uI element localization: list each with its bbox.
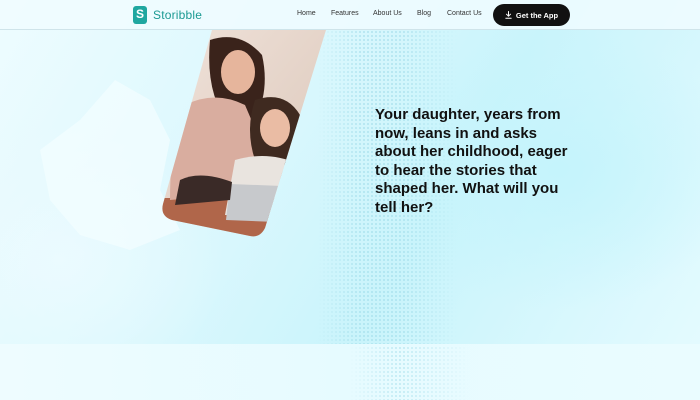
nav-item-blog[interactable]: Blog xyxy=(417,10,431,17)
site-header: S Storibble Home Features About Us Blog … xyxy=(0,0,700,30)
nav-item-contact[interactable]: Contact Us xyxy=(447,10,482,17)
hero-headline: Your daughter, years from now, leans in … xyxy=(375,106,568,216)
nav-item-home[interactable]: Home xyxy=(297,10,316,17)
nav-item-features[interactable]: Features xyxy=(331,10,359,17)
logo-icon: S xyxy=(133,6,147,24)
get-app-button[interactable]: Get the App xyxy=(493,4,570,26)
decorative-map-shape xyxy=(40,80,180,250)
nav-item-about[interactable]: About Us xyxy=(373,10,402,17)
download-icon xyxy=(505,11,512,19)
dot-pattern-lower xyxy=(350,346,470,400)
brand-logo[interactable]: S Storibble xyxy=(133,6,202,24)
brand-name: Storibble xyxy=(153,8,203,22)
get-app-label: Get the App xyxy=(515,10,559,20)
